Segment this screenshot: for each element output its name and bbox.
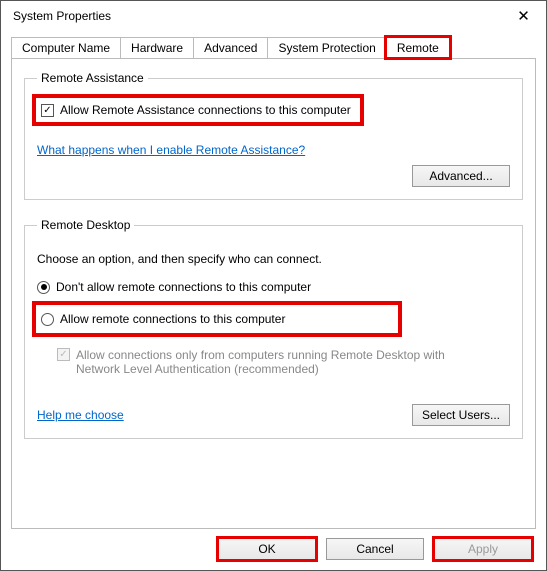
link-help-me-choose[interactable]: Help me choose xyxy=(37,408,124,422)
tab-computer-name[interactable]: Computer Name xyxy=(11,37,121,58)
group-remote-desktop: Remote Desktop Choose an option, and the… xyxy=(24,218,523,439)
checkbox-icon[interactable]: ✓ xyxy=(41,104,54,117)
nla-checkbox-row: ✓ Allow connections only from computers … xyxy=(57,348,510,376)
legend-remote-assistance: Remote Assistance xyxy=(37,71,148,85)
advanced-button[interactable]: Advanced... xyxy=(412,165,510,187)
link-what-happens-ra[interactable]: What happens when I enable Remote Assist… xyxy=(37,143,305,157)
tab-system-protection[interactable]: System Protection xyxy=(267,37,386,58)
tab-row: Computer Name Hardware Advanced System P… xyxy=(11,37,536,59)
radio-allow-row[interactable]: Allow remote connections to this compute… xyxy=(37,306,397,332)
group-remote-assistance: Remote Assistance ✓ Allow Remote Assista… xyxy=(24,71,523,200)
radio-icon[interactable] xyxy=(37,281,50,294)
tab-remote[interactable]: Remote xyxy=(386,37,450,58)
apply-button[interactable]: Apply xyxy=(434,538,532,560)
ok-button[interactable]: OK xyxy=(218,538,316,560)
close-icon[interactable]: ✕ xyxy=(501,1,546,31)
tab-content-remote: Remote Assistance ✓ Allow Remote Assista… xyxy=(11,59,536,529)
radio-icon[interactable] xyxy=(41,313,54,326)
radio-dont-allow-row[interactable]: Don't allow remote connections to this c… xyxy=(37,280,510,294)
checkbox-icon: ✓ xyxy=(57,348,70,361)
tab-advanced[interactable]: Advanced xyxy=(193,37,268,58)
allow-remote-assistance-row[interactable]: ✓ Allow Remote Assistance connections to… xyxy=(37,99,359,121)
select-users-button[interactable]: Select Users... xyxy=(412,404,510,426)
window-title: System Properties xyxy=(13,9,111,23)
cancel-button[interactable]: Cancel xyxy=(326,538,424,560)
radio-allow-label: Allow remote connections to this compute… xyxy=(60,312,285,326)
nla-label: Allow connections only from computers ru… xyxy=(76,348,476,376)
footer-buttons: OK Cancel Apply xyxy=(218,538,532,560)
tab-hardware[interactable]: Hardware xyxy=(120,37,194,58)
legend-remote-desktop: Remote Desktop xyxy=(37,218,134,232)
allow-remote-assistance-label: Allow Remote Assistance connections to t… xyxy=(60,103,351,117)
radio-dont-allow-label: Don't allow remote connections to this c… xyxy=(56,280,311,294)
titlebar: System Properties ✕ xyxy=(1,1,546,31)
remote-desktop-prompt: Choose an option, and then specify who c… xyxy=(37,252,510,266)
